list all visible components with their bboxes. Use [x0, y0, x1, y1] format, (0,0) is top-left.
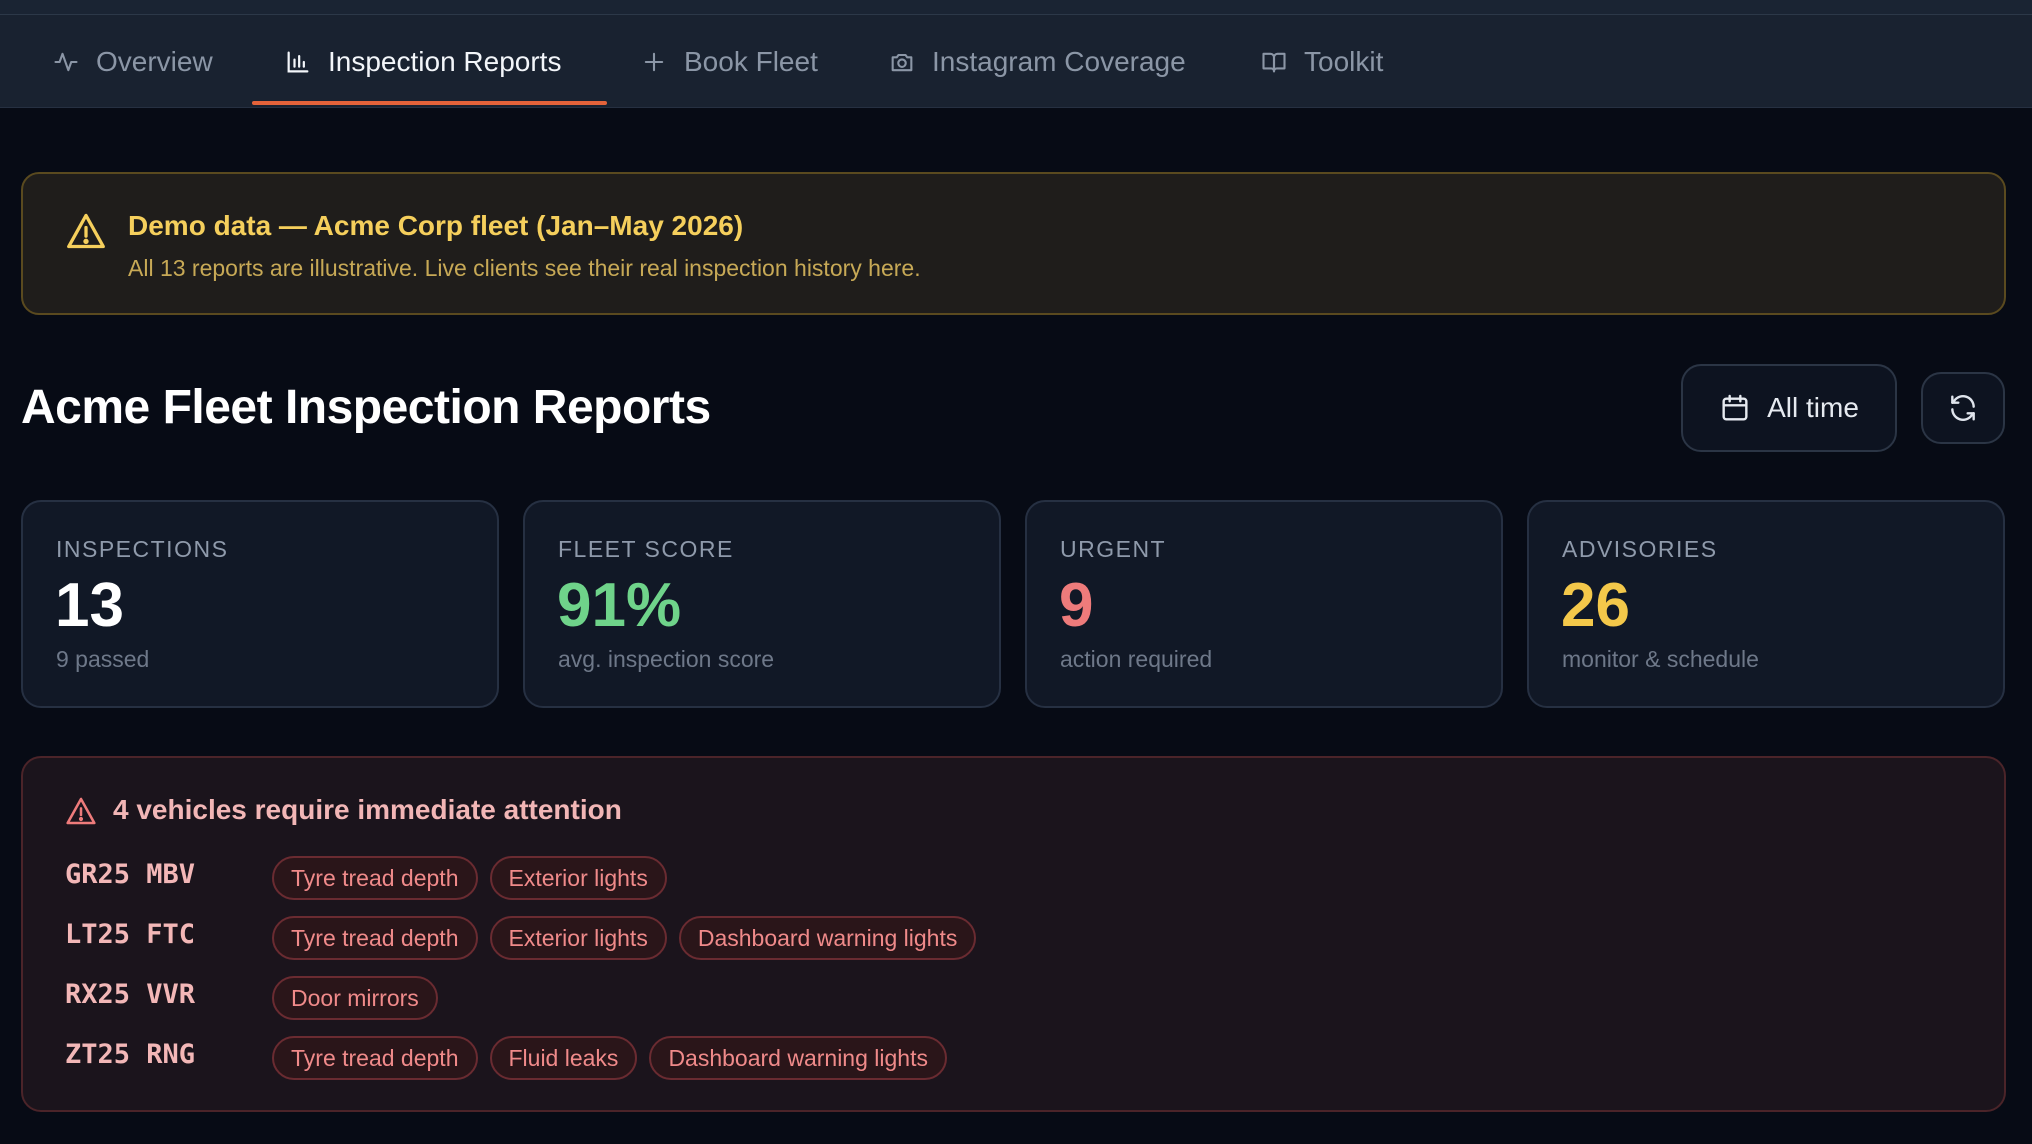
calendar-icon — [1719, 392, 1751, 424]
issue-tag[interactable]: Tyre tread depth — [272, 916, 478, 960]
vehicle-plate: RX25 VVR — [65, 979, 196, 1010]
vehicle-plate: LT25 FTC — [65, 919, 196, 950]
stat-note: 9 passed — [56, 646, 150, 672]
stat-value: 9 — [1059, 571, 1094, 640]
tab-instagram-coverage[interactable]: Instagram Coverage — [888, 15, 1186, 108]
stat-card-inspections: INSPECTIONS 13 9 passed — [21, 500, 499, 708]
stat-note: avg. inspection score — [558, 646, 775, 672]
stat-label: FLEET SCORE — [558, 536, 734, 562]
stat-card-fleet-score: FLEET SCORE 91% avg. inspection score — [523, 500, 1001, 708]
tab-label: Overview — [96, 45, 213, 77]
vehicle-row: LT25 FTC Tyre tread depth Exterior light… — [23, 916, 2003, 960]
vehicle-row: ZT25 RNG Tyre tread depth Fluid leaks Da… — [23, 1036, 2003, 1080]
stat-note: monitor & schedule — [1562, 646, 1759, 672]
bar-chart-icon — [284, 48, 312, 76]
issue-tag[interactable]: Tyre tread depth — [272, 856, 478, 900]
tab-inspection-reports[interactable]: Inspection Reports — [284, 15, 561, 108]
page-title: Acme Fleet Inspection Reports — [21, 381, 711, 434]
alert-triangle-icon — [65, 796, 97, 828]
issue-tag[interactable]: Tyre tread depth — [272, 1036, 478, 1080]
urgent-title: 4 vehicles require immediate attention — [113, 794, 622, 825]
date-range-button[interactable]: All time — [1681, 364, 1897, 452]
issue-tag[interactable]: Dashboard warning lights — [649, 1036, 947, 1080]
tab-label: Instagram Coverage — [932, 45, 1186, 77]
tab-label: Book Fleet — [684, 45, 818, 77]
tab-book-fleet[interactable]: Book Fleet — [640, 15, 818, 108]
activity-icon — [52, 48, 80, 76]
issue-tag[interactable]: Fluid leaks — [489, 1036, 638, 1080]
date-range-label: All time — [1767, 392, 1859, 423]
tab-toolkit[interactable]: Toolkit — [1260, 15, 1383, 108]
tab-overview[interactable]: Overview — [52, 15, 213, 108]
stat-value: 91% — [557, 571, 682, 640]
vehicle-row: GR25 MBV Tyre tread depth Exterior light… — [23, 856, 2003, 900]
refresh-button[interactable] — [1921, 372, 2005, 444]
vehicle-row: RX25 VVR Door mirrors — [23, 976, 2003, 1020]
stat-label: ADVISORIES — [1562, 536, 1718, 562]
tab-label: Inspection Reports — [328, 45, 562, 77]
top-strip — [0, 0, 2032, 15]
issue-tag[interactable]: Exterior lights — [489, 916, 667, 960]
vehicle-plate: ZT25 RNG — [65, 1039, 196, 1070]
camera-icon — [888, 48, 916, 76]
stat-label: INSPECTIONS — [56, 536, 229, 562]
stat-value: 26 — [1561, 571, 1630, 640]
stat-card-urgent: URGENT 9 action required — [1025, 500, 1503, 708]
tab-label: Toolkit — [1304, 45, 1384, 77]
issue-tag[interactable]: Door mirrors — [272, 976, 438, 1020]
stat-note: action required — [1060, 646, 1213, 672]
refresh-icon — [1947, 392, 1979, 424]
plus-icon — [640, 48, 668, 76]
vehicle-plate: GR25 MBV — [65, 859, 196, 890]
urgent-attention-panel: 4 vehicles require immediate attention G… — [21, 756, 2006, 1112]
book-open-icon — [1260, 48, 1288, 76]
banner-subtitle: All 13 reports are illustrative. Live cl… — [128, 255, 921, 281]
banner-title: Demo data — Acme Corp fleet (Jan–May 202… — [128, 210, 744, 241]
stat-card-advisories: ADVISORIES 26 monitor & schedule — [1527, 500, 2005, 708]
issue-tag[interactable]: Exterior lights — [489, 856, 667, 900]
issue-tag[interactable]: Dashboard warning lights — [678, 916, 977, 960]
stat-value: 13 — [55, 571, 124, 640]
demo-data-banner: Demo data — Acme Corp fleet (Jan–May 202… — [21, 172, 2006, 315]
tab-bar: Overview Inspection Reports Book Fleet I… — [0, 15, 2032, 108]
warning-triangle-icon — [65, 212, 107, 250]
active-tab-indicator — [252, 101, 607, 105]
stat-label: URGENT — [1060, 536, 1167, 562]
